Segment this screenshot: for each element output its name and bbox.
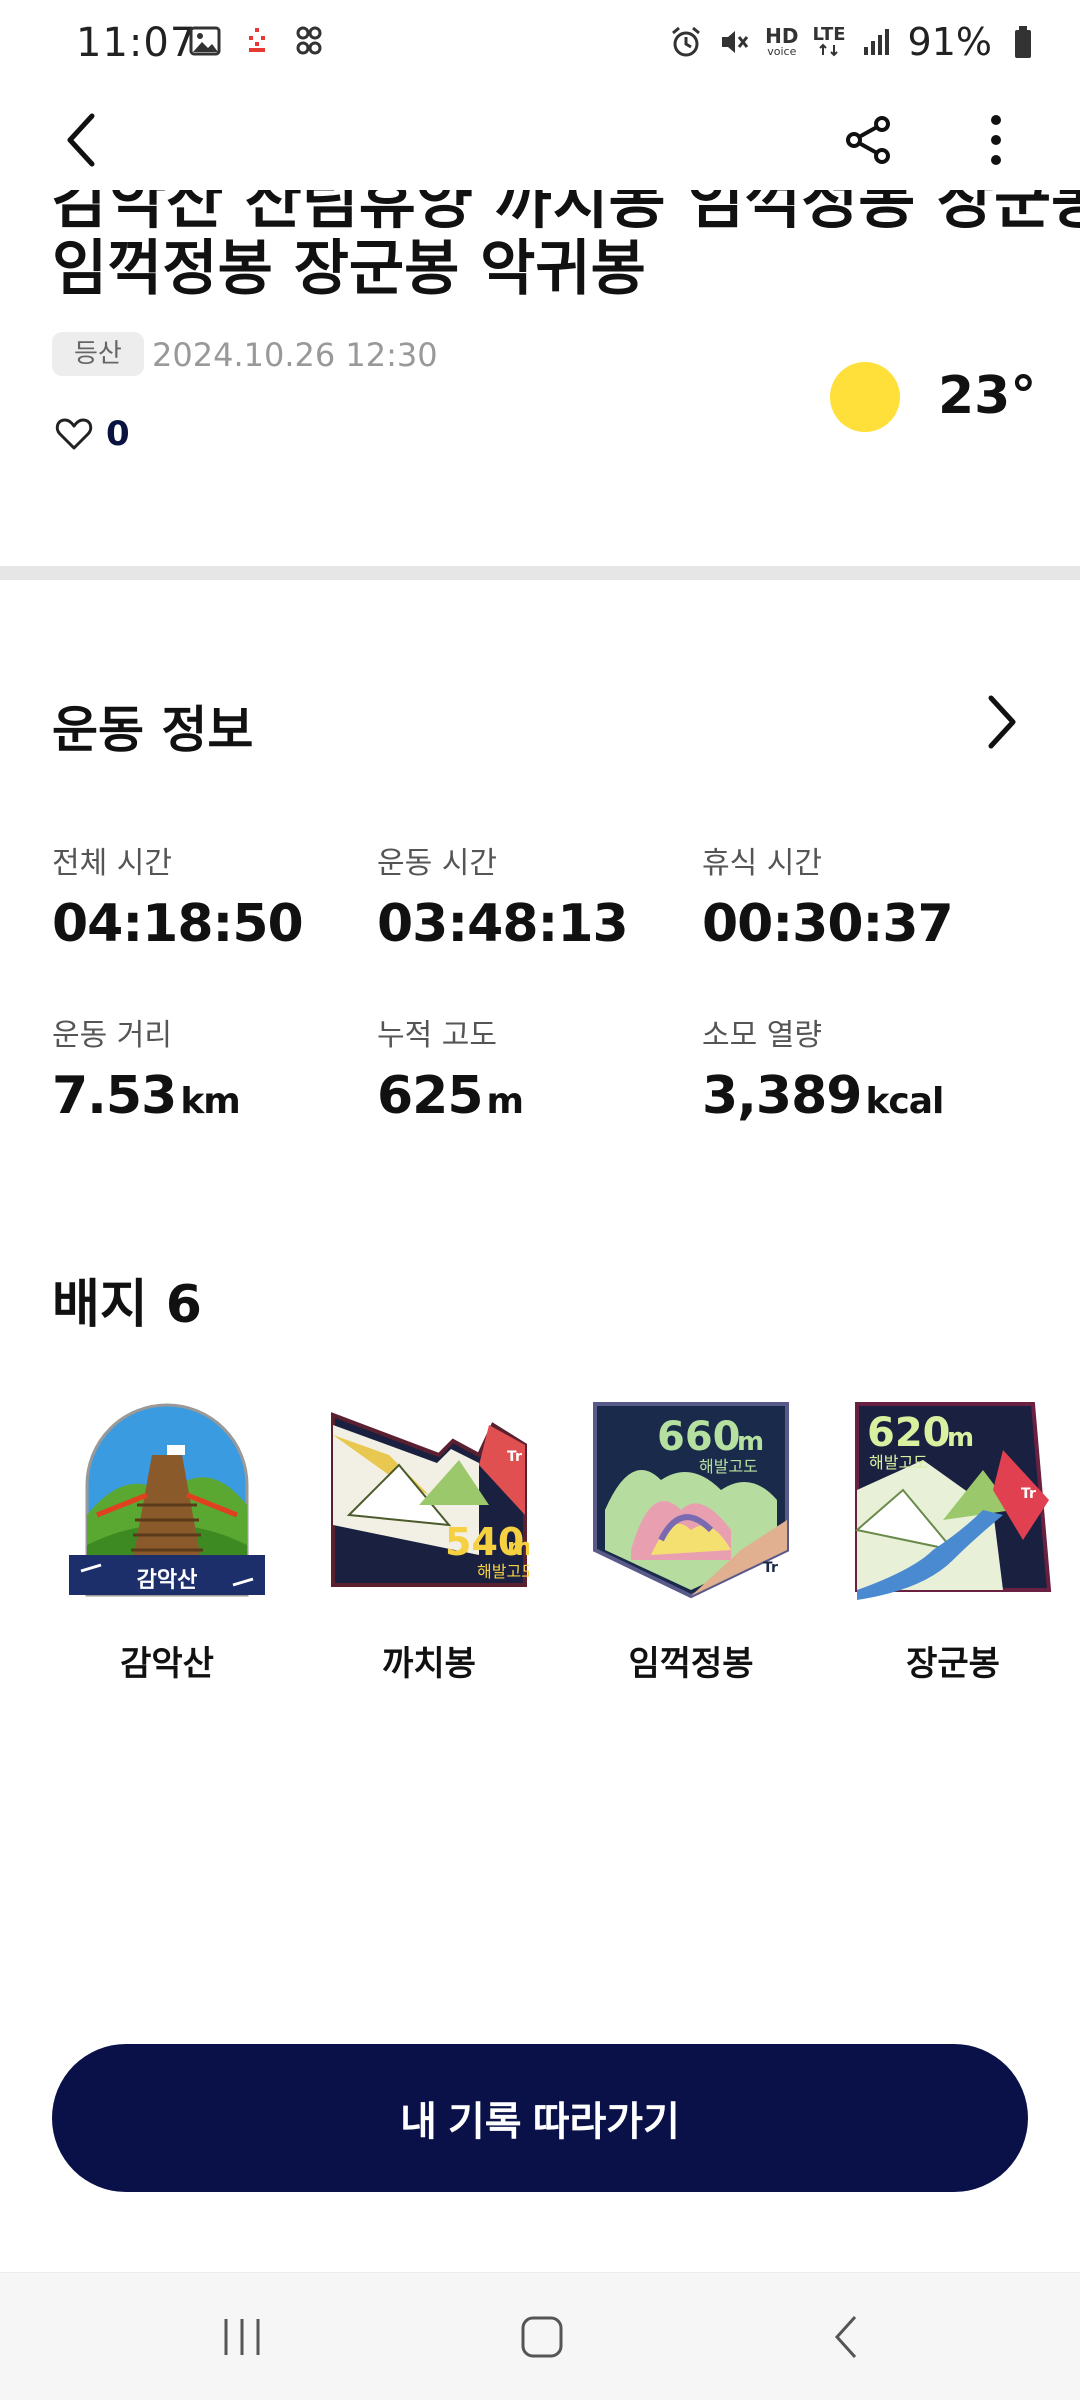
stat-value: 7.53 km [52, 1066, 241, 1126]
badge-art-bridge: 감악산 [52, 1390, 282, 1610]
status-bar: 11:07 HD voice LTE 91% [0, 0, 1080, 90]
sun-icon [830, 362, 900, 432]
stat-elevation-gain: 누적 고도 625 m [377, 1010, 702, 1126]
stat-value: 625 m [377, 1066, 525, 1126]
stat-value: 3,389 kcal [702, 1066, 944, 1126]
badge-name: 감악산 [120, 1644, 214, 1684]
share-icon [846, 116, 890, 164]
svg-text:Tr: Tr [507, 1449, 522, 1465]
exercise-info-title: 운동 정보 [52, 701, 254, 759]
stat-total-time: 전체 시간 04:18:50 [52, 838, 377, 954]
stat-unit: m [486, 1081, 525, 1122]
back-icon [834, 2315, 857, 2359]
svg-text:Tr: Tr [1021, 1486, 1036, 1502]
mute-icon [717, 25, 751, 59]
stat-value: 00:30:37 [702, 894, 954, 954]
badge-art-peak: Tr 660 m 해발고도 [576, 1390, 806, 1610]
badge-name: 장군봉 [906, 1644, 1000, 1684]
badge-art-label: 감악산 [137, 1568, 198, 1593]
svg-text:m: m [737, 1427, 764, 1457]
badges-title: 배지 6 [52, 1275, 202, 1335]
stat-label: 소모 열량 [702, 1018, 822, 1053]
back-button[interactable] [50, 108, 114, 172]
category-badge: 등산 [52, 332, 144, 376]
stat-unit: km [180, 1081, 240, 1122]
recent-apps-icon [224, 2319, 260, 2355]
home-icon [521, 2316, 563, 2358]
image-notification-icon [188, 24, 222, 58]
badges-list: 감악산 감악산 Tr 540 m 해발고도 까치봉 Tr 660 m 해발고도 … [52, 1390, 1080, 1690]
signal-icon [860, 25, 894, 59]
stat-label: 휴식 시간 [702, 846, 822, 881]
stat-exercise-time: 운동 시간 03:48:13 [377, 838, 702, 954]
battery-icon [1006, 25, 1040, 59]
badge-name: 까치봉 [382, 1644, 476, 1684]
badge-altitude: 660 [657, 1414, 741, 1460]
stat-value: 03:48:13 [377, 894, 629, 954]
stat-calories: 소모 열량 3,389 kcal [702, 1010, 1027, 1126]
status-system-icons: HD voice LTE 91% [669, 20, 1040, 64]
badge-item[interactable]: Tr 660 m 해발고도 임꺽정봉 [576, 1390, 806, 1685]
recent-apps-button[interactable] [202, 2303, 282, 2371]
badge-art-mountain: Tr 540 m 해발고도 [314, 1390, 544, 1610]
status-notification-icons [188, 24, 326, 58]
badge-altitude: 620 [867, 1410, 951, 1456]
badge-art-river: Tr 620 m 해발고도 [838, 1390, 1068, 1610]
stat-label: 전체 시간 [52, 846, 172, 881]
stat-rest-time: 휴식 시간 00:30:37 [702, 838, 1027, 954]
record-title-line2: 임꺽정봉 장군봉 악귀봉 [52, 234, 646, 304]
exercise-info-detail-button[interactable] [976, 692, 1028, 752]
home-button[interactable] [502, 2303, 582, 2371]
alarm-icon [669, 25, 703, 59]
more-options-button[interactable] [964, 108, 1028, 172]
lte-icon: LTE [812, 26, 846, 57]
record-datetime: 2024.10.26 12:30 [152, 336, 438, 374]
svg-text:m: m [947, 1423, 974, 1453]
heart-icon[interactable] [54, 414, 94, 454]
svg-text:m: m [507, 1533, 529, 1561]
follow-my-record-button[interactable]: 내 기록 따라가기 [52, 2044, 1028, 2192]
like-count: 0 [106, 414, 130, 454]
stat-label: 운동 시간 [377, 846, 497, 881]
nav-back-button[interactable] [806, 2303, 886, 2371]
stat-label: 운동 거리 [52, 1018, 172, 1053]
chevron-left-icon [67, 113, 95, 167]
badge-item[interactable]: Tr 620 m 해발고도 장군봉 [838, 1390, 1068, 1685]
svg-text:해발고도: 해발고도 [699, 1457, 758, 1476]
status-time: 11:07 [76, 20, 197, 66]
stat-unit: kcal [865, 1081, 944, 1122]
badge-name: 임꺽정봉 [628, 1644, 754, 1684]
share-button[interactable] [836, 108, 900, 172]
app-bar [0, 90, 1080, 190]
badge-item[interactable]: Tr 540 m 해발고도 까치봉 [314, 1390, 544, 1685]
battery-percent: 91% [907, 20, 992, 64]
stat-distance: 운동 거리 7.53 km [52, 1010, 377, 1126]
app-notification-icon [240, 24, 274, 58]
system-nav-bar [0, 2272, 1080, 2400]
stat-value: 04:18:50 [52, 894, 304, 954]
hd-voice-icon: HD voice [765, 23, 799, 58]
svg-text:해발고도: 해발고도 [869, 1453, 928, 1472]
exercise-stats-grid: 전체 시간 04:18:50 운동 시간 03:48:13 휴식 시간 00:3… [52, 838, 1052, 1126]
ring-notification-icon [292, 24, 326, 58]
chevron-right-icon [988, 695, 1016, 749]
temperature: 23° [938, 366, 1037, 426]
stat-label: 누적 고도 [377, 1018, 497, 1053]
section-divider [0, 566, 1080, 580]
more-vertical-icon [991, 115, 1001, 165]
badge-item[interactable]: 감악산 감악산 [52, 1390, 282, 1685]
svg-text:해발고도: 해발고도 [477, 1562, 529, 1581]
svg-text:Tr: Tr [763, 1560, 778, 1576]
